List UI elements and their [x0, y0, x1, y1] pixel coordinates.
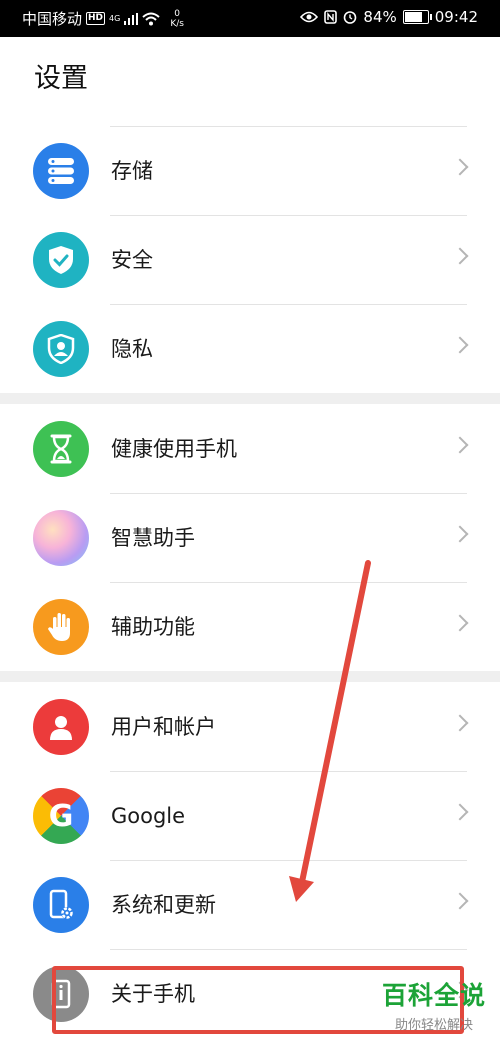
- privacy-icon: [33, 321, 89, 377]
- chevron-right-icon: [451, 525, 469, 543]
- chevron-right-icon: [451, 436, 469, 454]
- settings-item-google[interactable]: G Google: [0, 772, 500, 861]
- chevron-right-icon: [451, 892, 469, 910]
- hd-badge: HD: [86, 12, 106, 25]
- settings-item-users-accounts[interactable]: 用户和帐户: [0, 683, 500, 772]
- settings-item-privacy[interactable]: 隐私: [0, 305, 500, 394]
- clock: 09:42: [434, 8, 478, 26]
- watermark-subtitle: 助你轻松解决: [394, 1018, 473, 1033]
- google-icon: G: [33, 788, 89, 844]
- chevron-right-icon: [451, 336, 469, 354]
- carrier-label: 中国移动: [22, 10, 83, 28]
- battery-icon: [402, 10, 432, 24]
- signal-icon: [124, 12, 139, 25]
- settings-item-label: 用户和帐户: [111, 715, 216, 739]
- settings-item-storage[interactable]: 存储: [0, 127, 500, 216]
- settings-item-label: 隐私: [111, 337, 153, 361]
- settings-item-label: 辅助功能: [111, 615, 195, 639]
- hand-icon: [33, 599, 89, 655]
- watermark: 百科全说 助你轻松解决: [382, 976, 486, 1033]
- speed-unit: K/s: [170, 18, 184, 29]
- settings-item-smart-assistant[interactable]: 智慧助手: [0, 494, 500, 583]
- speed-value: 0: [174, 8, 180, 19]
- chevron-right-icon: [451, 247, 469, 265]
- network-type: 4G: [109, 13, 121, 23]
- battery-fill: [404, 12, 422, 22]
- nfc-icon: [324, 10, 338, 24]
- settings-item-system-update[interactable]: 系统和更新: [0, 861, 500, 950]
- group-separator: [0, 671, 500, 682]
- battery-percent: 84%: [363, 8, 397, 26]
- svg-text:G: G: [49, 799, 74, 834]
- battery-tip: [429, 14, 432, 20]
- alarm-icon: [344, 11, 357, 24]
- chevron-right-icon: [451, 714, 469, 732]
- settings-item-label: 健康使用手机: [111, 437, 237, 461]
- page-title: 设置: [34, 63, 88, 94]
- eye-icon: [300, 11, 319, 23]
- status-bar: 中国移动 HD 4G 0 K/s 84% 09:42: [0, 0, 500, 37]
- settings-item-digital-balance[interactable]: 健康使用手机: [0, 405, 500, 494]
- wifi-icon: [142, 12, 160, 25]
- settings-item-label: Google: [111, 804, 186, 828]
- storage-icon: [33, 143, 89, 199]
- network-speed: 0 K/s: [170, 9, 184, 29]
- watermark-title: 百科全说: [381, 981, 486, 1010]
- settings-item-label: 存储: [111, 159, 153, 183]
- phone-settings-icon: [33, 877, 89, 933]
- shield-check-icon: [33, 232, 89, 288]
- settings-item-label: 安全: [111, 248, 153, 272]
- chevron-right-icon: [451, 614, 469, 632]
- user-icon: [33, 699, 89, 755]
- settings-item-security[interactable]: 安全: [0, 216, 500, 305]
- chevron-right-icon: [451, 803, 469, 821]
- settings-item-label: 智慧助手: [111, 526, 195, 550]
- settings-item-accessibility[interactable]: 辅助功能: [0, 583, 500, 672]
- assistant-icon: [33, 510, 89, 566]
- hourglass-icon: [33, 421, 89, 477]
- settings-item-label: 系统和更新: [111, 893, 216, 917]
- group-separator: [0, 393, 500, 404]
- chevron-right-icon: [451, 158, 469, 176]
